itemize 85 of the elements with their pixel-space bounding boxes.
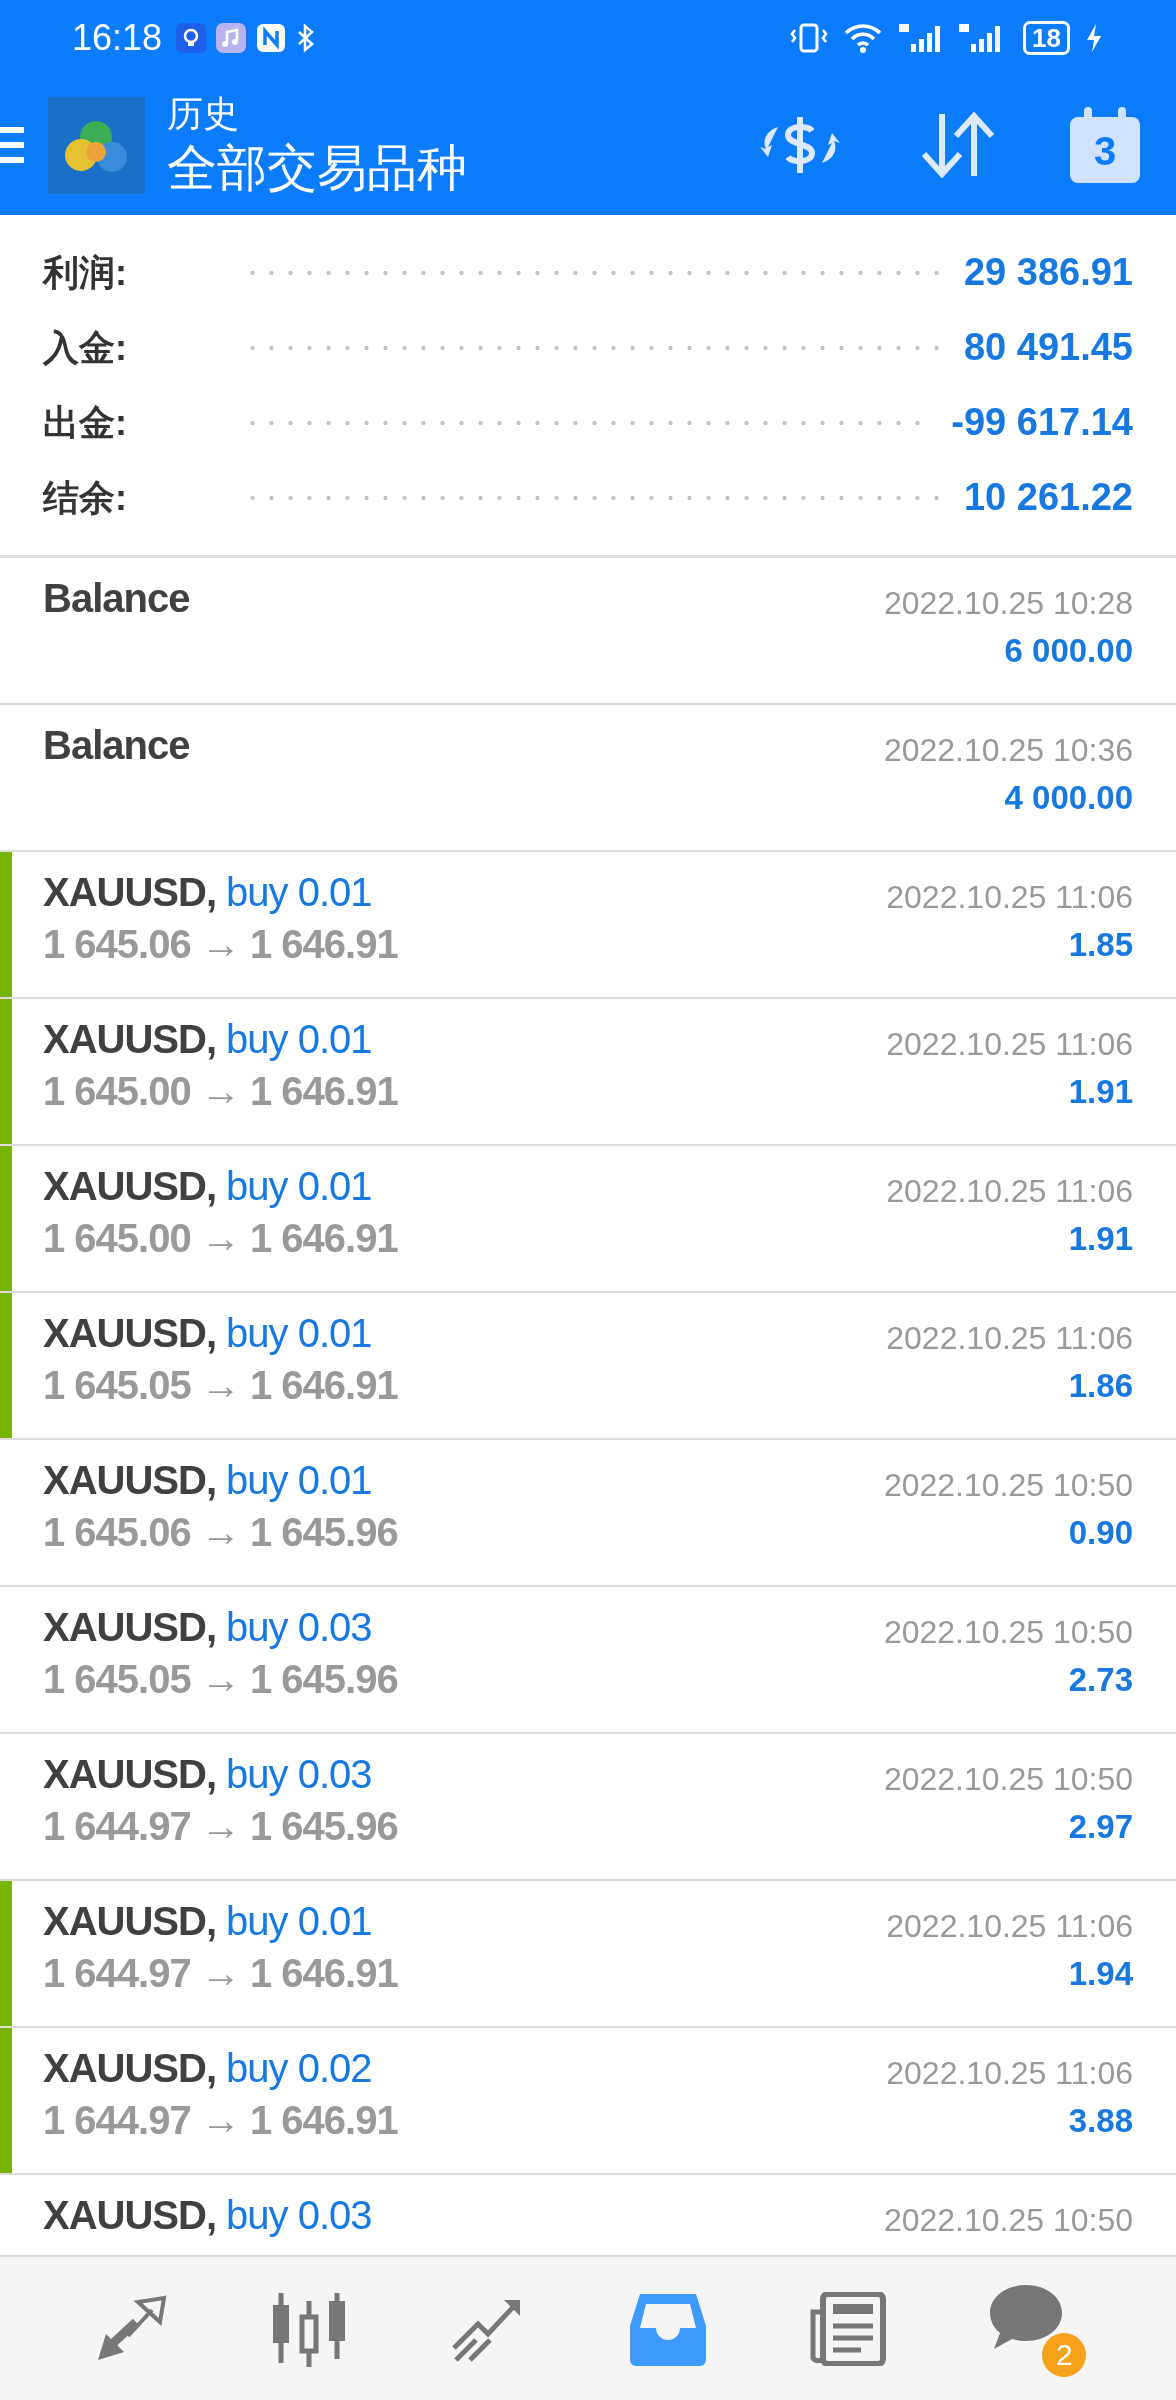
history-row[interactable]: XAUUSD, buy 0.01 1 645.06 → 1 646.91 2022.10.25 11:06 1.85 [0,852,1176,999]
entry-amount: 1.94 [1068,1954,1133,1994]
history-row[interactable]: XAUUSD, buy 0.02 1 644.97 → 1 646.91 2022.10.25 11:06 3.88 [0,2028,1176,2175]
history-tab-icon[interactable] [627,2291,708,2366]
price-range: 1 645.00 → 1 646.91 [43,1068,399,1115]
symbol-label: XAUUSD, [43,1163,217,1210]
music-icon [216,22,247,53]
order-type: buy 0.03 [226,1751,372,1798]
lightbulb-icon [176,22,207,53]
order-type: buy 0.01 [226,1898,372,1945]
symbol-label: XAUUSD, [43,869,217,916]
entry-amount: 1.85 [1068,925,1133,965]
history-row[interactable]: XAUUSD, buy 0.01 1 645.05 → 1 646.91 2022.10.25 11:06 1.86 [0,1293,1176,1440]
history-row[interactable]: XAUUSD, buy 0.01 1 645.00 → 1 646.91 2022.10.25 11:06 1.91 [0,999,1176,1146]
price-range: 1 645.05 → 1 645.96 [43,1656,399,1703]
wifi-icon [843,21,884,54]
entry-time: 2022.10.25 10:50 [883,1760,1133,1799]
history-row[interactable]: XAUUSD, buy 0.01 1 644.97 → 1 646.91 2022.10.25 11:06 1.94 [0,1881,1176,2028]
symbol-label: XAUUSD, [43,2045,217,2092]
entry-time: 2022.10.25 11:06 [886,1319,1133,1358]
order-type: buy 0.02 [226,2045,372,2092]
entry-type: Balance [43,722,191,769]
price-range: 1 645.05 → 1 646.91 [43,1362,399,1409]
entry-time: 2022.10.25 11:06 [886,1172,1133,1211]
summary-label: 利润: [43,250,128,295]
clock-time: 16:18 [72,15,163,60]
entry-amount: 6 000.00 [1004,631,1133,671]
app-logo[interactable] [48,96,145,194]
price-range: 1 645.06 → 1 645.96 [43,1509,399,1556]
order-type: buy 0.03 [226,1604,372,1651]
symbol-label: XAUUSD, [43,2192,217,2239]
entry-time: 2022.10.25 10:36 [883,731,1133,770]
symbol-label: XAUUSD, [43,1604,217,1651]
entry-time: 2022.10.25 10:28 [883,584,1133,623]
vibrate-icon [789,21,830,54]
order-type: buy 0.01 [226,869,372,916]
summary-value: 10 261.22 [963,475,1133,520]
price-range: 1 645.00 → 1 646.91 [43,1215,399,1262]
entry-time: 2022.10.25 11:06 [886,878,1133,917]
notification-badge: 2 [1042,2332,1087,2377]
entry-amount: 0.90 [1068,1513,1133,1553]
summary-value: 80 491.45 [963,325,1133,370]
entry-time: 2022.10.25 10:50 [883,1613,1133,1652]
history-row[interactable]: XAUUSD, buy 0.03 1 645.05 → 1 645.96 2022.10.25 10:50 2.73 [0,1587,1176,1734]
battery-icon: 18 [1023,20,1070,55]
nfc-icon [256,22,287,53]
summary-label: 结余: [43,475,128,520]
symbol-label: XAUUSD, [43,1898,217,1945]
entry-time: 2022.10.25 11:06 [886,1907,1133,1946]
history-row[interactable]: XAUUSD, buy 0.01 1 645.00 → 1 646.91 2022.10.25 11:06 1.91 [0,1146,1176,1293]
symbol-label: XAUUSD, [43,1016,217,1063]
summary-label: 入金: [43,325,128,370]
symbol-label: XAUUSD, [43,1457,217,1504]
order-type: buy 0.03 [226,2192,372,2239]
entry-amount: 1.86 [1068,1366,1133,1406]
entry-amount: 4 000.00 [1004,778,1133,818]
order-type: buy 0.01 [226,1310,372,1357]
order-type: buy 0.01 [226,1163,372,1210]
price-range: 1 644.97 → 1 645.96 [43,1803,399,1850]
screen-title: 历史 [167,92,240,136]
entry-time: 2022.10.25 11:06 [886,1025,1133,1064]
symbol-filter: 全部交易品种 [167,139,467,198]
summary-value: -99 617.14 [951,400,1133,445]
entry-amount: 3.88 [1068,2101,1133,2141]
history-row[interactable]: XAUUSD, buy 0.03 1 644.97 → 1 645.96 2022.10.25 10:50 2.97 [0,1734,1176,1881]
entry-time: 2022.10.25 11:06 [886,2054,1133,2093]
entry-amount: 2.97 [1068,1807,1133,1847]
history-row[interactable]: Balance 2022.10.25 10:28 6 000.00 [0,558,1176,705]
entry-type: Balance [43,575,191,622]
history-row[interactable]: Balance 2022.10.25 10:36 4 000.00 [0,705,1176,852]
entry-amount: 2.73 [1068,1660,1133,1700]
entry-time: 2022.10.25 10:50 [883,1466,1133,1505]
history-row[interactable]: XAUUSD, buy 0.01 1 645.06 → 1 645.96 2022.10.25 10:50 0.90 [0,1440,1176,1587]
price-range: 1 644.97 → 1 646.91 [43,1950,399,1997]
order-type: buy 0.01 [226,1457,372,1504]
entry-amount: 1.91 [1068,1219,1133,1259]
price-range: 1 645.06 → 1 646.91 [43,921,399,968]
summary-label: 出金: [43,400,128,445]
symbol-label: XAUUSD, [43,1751,217,1798]
entry-time: 2022.10.25 10:50 [883,2201,1133,2240]
summary-value: 29 386.91 [963,250,1133,295]
price-range: 1 644.97 → 1 646.91 [43,2097,399,2144]
entry-amount: 1.91 [1068,1072,1133,1112]
order-type: buy 0.01 [226,1016,372,1063]
symbol-label: XAUUSD, [43,1310,217,1357]
